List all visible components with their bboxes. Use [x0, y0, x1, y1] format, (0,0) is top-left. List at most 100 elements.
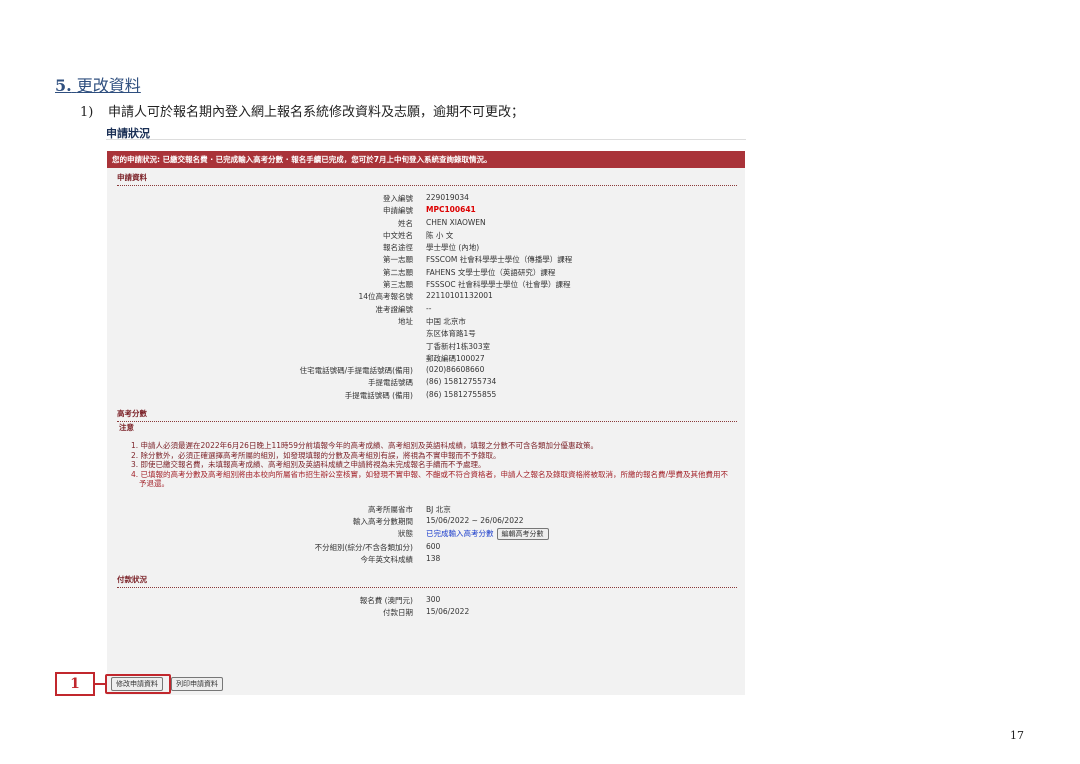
field-value: BJ 北京 — [426, 504, 451, 515]
field-value-text: 229019034 — [426, 193, 469, 202]
field-row: 中文姓名 陈 小 文 — [107, 230, 745, 242]
field-value: 229019034 — [426, 193, 469, 202]
field-label: 高考所屬省市 — [368, 504, 413, 514]
field-value-text: (020)86608660 — [426, 365, 485, 375]
field-value: MPC100641 — [426, 205, 476, 214]
field-value: 陈 小 文 — [426, 230, 453, 241]
edit-gaokao-score-button[interactable]: 編輯高考分數 — [496, 528, 549, 541]
page-number: 17 — [1010, 729, 1024, 742]
field-label: 14位高考報名號 — [358, 292, 413, 302]
field-value-text: 陈 小 文 — [426, 230, 454, 240]
field-label: 第二志願 — [383, 267, 413, 277]
field-value-text: 丁香新村1栋303室 — [426, 341, 491, 351]
field-value-text: -- — [426, 303, 432, 313]
field-label: 准考證編號 — [375, 304, 414, 314]
field-row: 手提電話號碼 (86) 15812755734 — [107, 377, 745, 389]
step-text: 申請人可於報名期內登入網上報名系統修改資料及志願，逾期不可更改； — [108, 105, 525, 120]
field-row: 報名費 (澳門元) 300 — [107, 595, 745, 607]
field-label: 登入編號 — [383, 194, 413, 203]
note-item: 3. 即使已繳交報名費，未填報高考成績、高考組別及英語科成績之申請將視為未完成報… — [131, 460, 486, 470]
field-label: 報名費 (澳門元) — [359, 595, 413, 605]
field-row: 地址 中国 北京市 — [107, 316, 745, 328]
section-title-text: 更改資料 — [76, 76, 141, 95]
field-value: 已完成輸入高考分數 編輯高考分數 — [426, 528, 549, 541]
field-value: 15/06/2022 ~ 26/06/2022 — [426, 516, 524, 525]
field-row: 報名途徑 學士學位 (內地) — [107, 242, 745, 254]
field-row: 姓名 CHEN XIAOWEN — [107, 218, 745, 230]
field-row: 准考證編號 -- — [107, 304, 745, 316]
field-value-text: MPC100641 — [426, 205, 476, 215]
field-value-text: FAHENS 文學士學位（英語研究）課程 — [426, 267, 556, 277]
field-value: 138 — [426, 554, 440, 563]
field-label: 報名途徑 — [383, 243, 413, 253]
callout-highlight-frame — [105, 674, 171, 694]
field-value-text: 郵政編碼100027 — [426, 353, 485, 363]
notes-heading: 注意 — [119, 423, 134, 433]
field-value: 东区体育路1号 — [426, 328, 476, 339]
field-value-text: FSSSOC 社會科學學士學位（社會學）課程 — [426, 280, 571, 290]
field-value: -- — [426, 304, 431, 313]
field-value-text: 22110101132001 — [426, 291, 493, 301]
note-item: 4. 已填報的高考分數及高考組別將由本校向所屬省市招生辦公室核實，如發現不實申報… — [131, 469, 729, 479]
field-value-text: (86) 15812755734 — [426, 377, 497, 387]
field-label: 狀態 — [398, 529, 413, 539]
field-value-text: 138 — [426, 554, 441, 564]
section-number: 5. — [55, 76, 72, 95]
field-value: (86) 15812755855 — [426, 390, 496, 399]
notes-list: 1. 申請人必須最遲在2022年6月26日晚上11時59分前填報今年的高考成績、… — [131, 441, 745, 489]
application-heading: 申請資料 — [117, 172, 737, 186]
application-screenshot: 您的申請狀況: 已繳交報名費 · 已完成輸入高考分數 · 報名手續已完成，您可於… — [107, 151, 745, 695]
field-row: 第三志願 FSSSOC 社會科學學士學位（社會學）課程 — [107, 279, 745, 291]
field-value: CHEN XIAOWEN — [426, 218, 486, 227]
field-row: 第一志願 FSSCOM 社會科學學士學位（傳播學）課程 — [107, 254, 745, 266]
field-row: 14位高考報名號 22110101132001 — [107, 291, 745, 303]
field-row: 不分組別(綜分/不含各類加分) 600 — [107, 542, 745, 554]
field-value: 郵政編碼100027 — [426, 353, 485, 364]
field-value: (020)86608660 — [426, 365, 484, 374]
status-divider — [106, 139, 746, 140]
step-number: 1) — [80, 105, 94, 120]
field-row: 郵政編碼100027 — [107, 353, 745, 365]
field-value-text: 300 — [426, 594, 441, 604]
section-title: 5. 更改資料 — [55, 72, 141, 96]
payment-fields: 報名費 (澳門元) 300 付款日期 15/06/2022 — [107, 595, 745, 620]
field-row: 丁香新村1栋303室 — [107, 341, 745, 353]
field-label: 輸入高考分數期間 — [353, 516, 413, 526]
field-value: 22110101132001 — [426, 291, 493, 300]
field-row: 第二志願 FAHENS 文學士學位（英語研究）課程 — [107, 267, 745, 279]
field-label: 姓名 — [398, 218, 413, 228]
payment-heading: 付款狀況 — [117, 574, 737, 588]
field-row: 高考所屬省市 BJ 北京 — [107, 504, 745, 516]
field-row: 东区体育路1号 — [107, 328, 745, 340]
field-value-text: 已完成輸入高考分數 — [426, 529, 494, 539]
field-value-text: 600 — [426, 542, 441, 552]
field-value: 中国 北京市 — [426, 316, 466, 327]
note-item: 2. 除分數外，必須正確選擇高考所屬的組別，如發現填報的分數及高考組別有誤，將視… — [131, 450, 501, 460]
print-application-button[interactable]: 列印申請資料 — [171, 677, 223, 691]
field-row: 申請編號 MPC100641 — [107, 205, 745, 217]
field-value-text: FSSCOM 社會科學學士學位（傳播學）課程 — [426, 255, 573, 265]
field-row: 付款日期 15/06/2022 — [107, 607, 745, 619]
field-value-text: 學士學位 (內地) — [426, 243, 480, 253]
step-instruction: 1) 申請人可於報名期內登入網上報名系統修改資料及志願，逾期不可更改； — [80, 101, 524, 120]
field-value: 學士學位 (內地) — [426, 242, 479, 253]
field-label: 不分組別(綜分/不含各類加分) — [314, 543, 413, 553]
field-row: 今年英文科成績 138 — [107, 554, 745, 566]
field-value: FSSCOM 社會科學學士學位（傳播學）課程 — [426, 254, 572, 265]
field-value: 丁香新村1栋303室 — [426, 341, 490, 352]
field-label: 地址 — [398, 316, 413, 326]
status-banner: 您的申請狀況: 已繳交報名費 · 已完成輸入高考分數 · 報名手續已完成，您可於… — [107, 151, 745, 168]
field-label: 住宅電話號碼/手提電話號碼(備用) — [299, 366, 413, 376]
application-fields: 登入編號 229019034 申請編號 MPC100641 姓名 CHEN XIAOWEN… — [107, 193, 745, 402]
field-value-text: (86) 15812755855 — [426, 389, 497, 399]
field-label: 付款日期 — [383, 608, 413, 618]
field-label: 第三志願 — [383, 280, 413, 290]
note-item: 予退還。 — [139, 479, 169, 489]
field-label: 今年英文科成績 — [360, 555, 414, 565]
field-value-text: 中国 北京市 — [426, 316, 466, 326]
field-row: 輸入高考分數期間 15/06/2022 ~ 26/06/2022 — [107, 516, 745, 528]
note-item: 1. 申請人必須最遲在2022年6月26日晚上11時59分前填報今年的高考成績、… — [131, 441, 599, 451]
field-value-text: 15/06/2022 ~ 26/06/2022 — [426, 515, 524, 525]
field-value: 300 — [426, 595, 440, 604]
field-label: 第一志願 — [383, 255, 413, 265]
